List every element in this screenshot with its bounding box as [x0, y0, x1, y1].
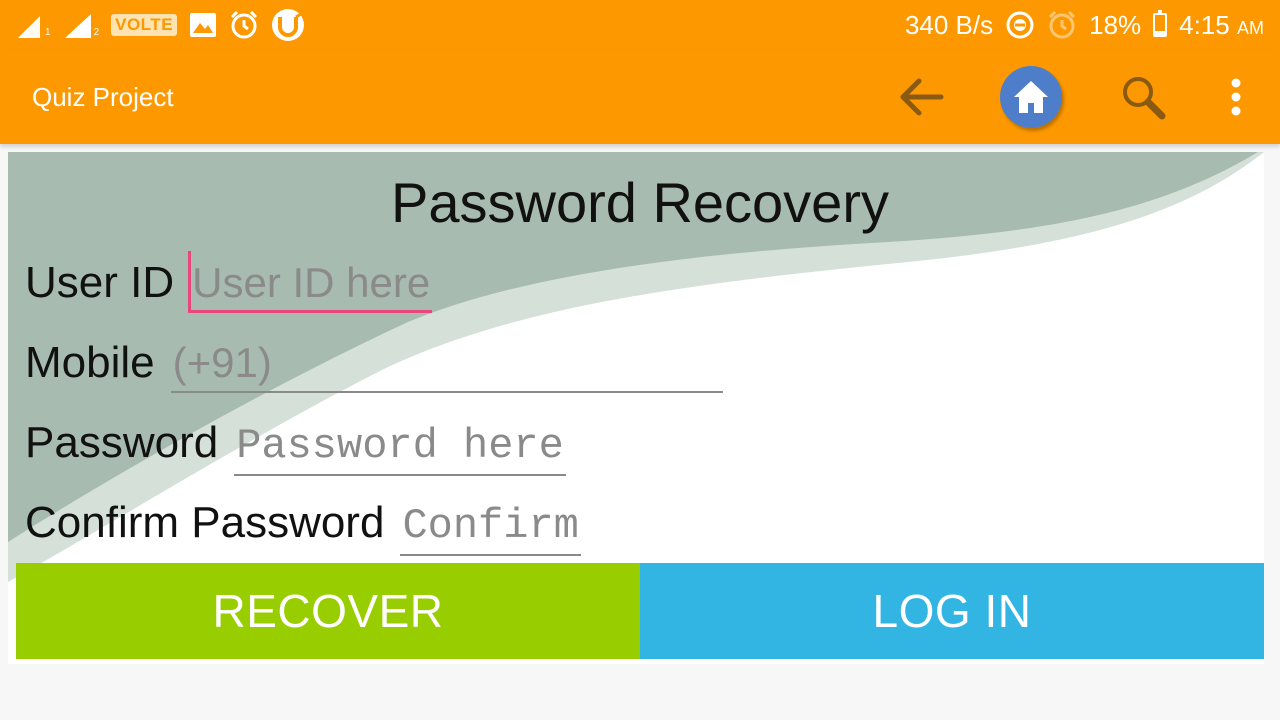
search-button[interactable]: [1110, 64, 1176, 130]
password-input[interactable]: Password here: [234, 422, 566, 476]
user-id-underline: [190, 310, 433, 313]
status-right: 340 B/s 18% 4:15 AM: [893, 8, 1264, 42]
mobile-row: Mobile (+91): [25, 338, 723, 393]
back-arrow-icon: [900, 78, 944, 116]
app-title: Quiz Project: [32, 82, 174, 112]
search-icon: [1123, 77, 1166, 120]
battery-icon: [1153, 10, 1168, 37]
sim2-label: 2: [93, 27, 100, 38]
user-id-row: User ID User ID here: [25, 251, 433, 313]
confirm-password-row: Confirm Password Confirm: [25, 498, 581, 556]
user-id-label: User ID: [25, 258, 175, 307]
overflow-menu-button[interactable]: [1203, 64, 1269, 130]
home-icon: [1014, 81, 1048, 113]
page-title: Password Recovery: [391, 171, 889, 234]
data-saver-icon: [1006, 11, 1034, 39]
status-left: 1 2 VOLTE: [18, 8, 317, 42]
user-id-input[interactable]: User ID here: [188, 251, 433, 313]
confirm-password-label: Confirm Password: [25, 498, 385, 547]
login-button[interactable]: LOG IN: [640, 563, 1264, 659]
confirm-password-placeholder: Confirm: [402, 502, 579, 550]
sim1-label: 1: [45, 27, 51, 38]
volte-icon: VOLTE: [111, 14, 178, 36]
signal-icon: 1: [18, 12, 51, 38]
clock-time: 4:15: [1179, 9, 1230, 40]
password-label: Password: [25, 418, 219, 467]
recovery-card: Password Recovery User ID User ID here M…: [8, 152, 1264, 664]
password-underline: [234, 474, 566, 476]
text-cursor: [188, 251, 192, 313]
mobile-underline: [170, 391, 723, 393]
mobile-placeholder: (+91): [172, 339, 272, 386]
confirm-password-underline: [400, 554, 581, 556]
recover-button[interactable]: RECOVER: [16, 563, 640, 659]
app-bar: Quiz Project: [0, 50, 1280, 144]
clock-suffix: AM: [1237, 17, 1264, 38]
home-button[interactable]: [998, 64, 1064, 130]
utorrent-icon: [272, 9, 305, 41]
signal-roaming-icon: 2: [63, 12, 100, 38]
alarm-icon: [230, 10, 258, 39]
password-placeholder: Password here: [236, 422, 564, 470]
alarm-icon: [1049, 10, 1076, 39]
mobile-label: Mobile: [25, 338, 155, 387]
mobile-input[interactable]: (+91): [170, 339, 723, 393]
status-bar: 1 2 VOLTE 340 B/s 18% 4:15 AM: [0, 0, 1280, 50]
gallery-icon: [190, 13, 217, 37]
back-button[interactable]: [888, 64, 954, 130]
net-speed: 340 B/s: [904, 9, 994, 40]
overflow-menu-icon: [1231, 78, 1241, 116]
clock: 4:15 AM: [1179, 10, 1264, 41]
home-circle: [1000, 66, 1062, 128]
battery-percent: 18%: [1089, 9, 1142, 40]
confirm-password-input[interactable]: Confirm: [400, 502, 581, 556]
user-id-placeholder: User ID here: [192, 259, 431, 306]
password-row: Password Password here: [25, 418, 566, 476]
